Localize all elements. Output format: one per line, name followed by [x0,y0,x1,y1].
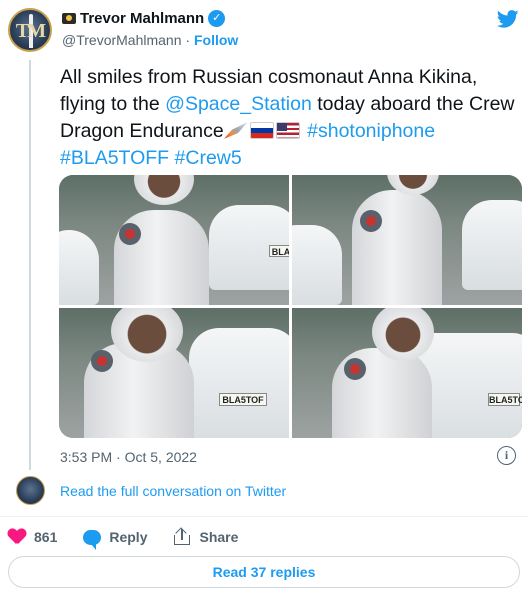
mention-link[interactable]: @Space_Station [165,93,312,115]
follow-button[interactable]: Follow [194,32,238,48]
tweet-text-line3: Dragon Endurance [60,120,224,142]
reply-button[interactable]: Reply [83,529,148,550]
share-label: Share [199,529,239,545]
photo-1[interactable]: BLA [59,175,289,305]
tweet-text-line2-pre: flying to the [60,93,166,115]
license-plate: BLA5TOF [219,393,267,406]
read-conversation-link[interactable]: Read the full conversation on Twitter [60,483,286,499]
hashtag-bla5toff[interactable]: #BLA5TOFF [60,147,169,169]
twitter-logo-icon[interactable] [496,8,520,30]
share-icon [173,527,191,546]
avatar-initials: TM [15,20,46,42]
heart-icon [8,529,26,545]
tweet-text-line2-post: today aboard the Crew [311,93,515,115]
car [59,230,99,305]
car [462,200,522,290]
author-handle[interactable]: @TrevorMahlmann [62,32,182,48]
tweet-timestamp[interactable]: 3:53 PM · Oct 5, 2022 [60,449,197,465]
author-avatar[interactable]: TM [8,8,52,52]
verified-badge-icon: ✓ [208,10,226,27]
share-button[interactable]: Share [173,527,239,546]
like-button[interactable]: 861 [8,529,57,545]
car [292,225,342,305]
cosmonaut-suit [352,190,442,305]
suit-patch [360,210,382,232]
camera-emoji-icon [62,13,76,24]
tweet-text: All smiles from Russian cosmonaut Anna K… [60,64,520,172]
author-name-row[interactable]: Trevor Mahlmann ✓ [62,10,226,27]
info-icon[interactable]: i [497,446,516,465]
action-bar: 861 Reply Share [8,524,264,550]
reply-label: Reply [109,529,148,545]
separator-dot: · [185,32,191,48]
car [189,328,289,438]
suit-patch [119,223,141,245]
like-count: 861 [34,529,58,545]
license-plate: BLA5TOFF [488,393,522,406]
photo-2[interactable] [292,175,522,305]
author-handle-row: @TrevorMahlmann · Follow [62,32,238,48]
russia-flag-icon [249,122,274,139]
rocket-emoji-icon [223,122,248,139]
thread-line [29,60,31,470]
divider [0,516,528,517]
tweet-text-line1: All smiles from Russian cosmonaut Anna K… [60,66,478,88]
photo-3[interactable]: BLA5TOF [59,308,289,438]
photo-4[interactable]: BLA5TOFF [292,308,522,438]
reply-bubble-icon [83,529,102,550]
hashtag-shotoniphone[interactable]: #shotoniphone [307,120,435,142]
license-plate: BLA [269,245,289,257]
photo-gallery: BLA BLA5TOF BLA5TOFF [59,175,522,438]
author-name[interactable]: Trevor Mahlmann [80,10,204,27]
us-flag-icon [275,122,300,139]
hashtag-crew5[interactable]: #Crew5 [175,147,242,169]
read-replies-button[interactable]: Read 37 replies [8,556,520,588]
suit-patch [344,358,366,380]
suit-patch [91,350,113,372]
author-avatar-small[interactable] [16,476,45,505]
